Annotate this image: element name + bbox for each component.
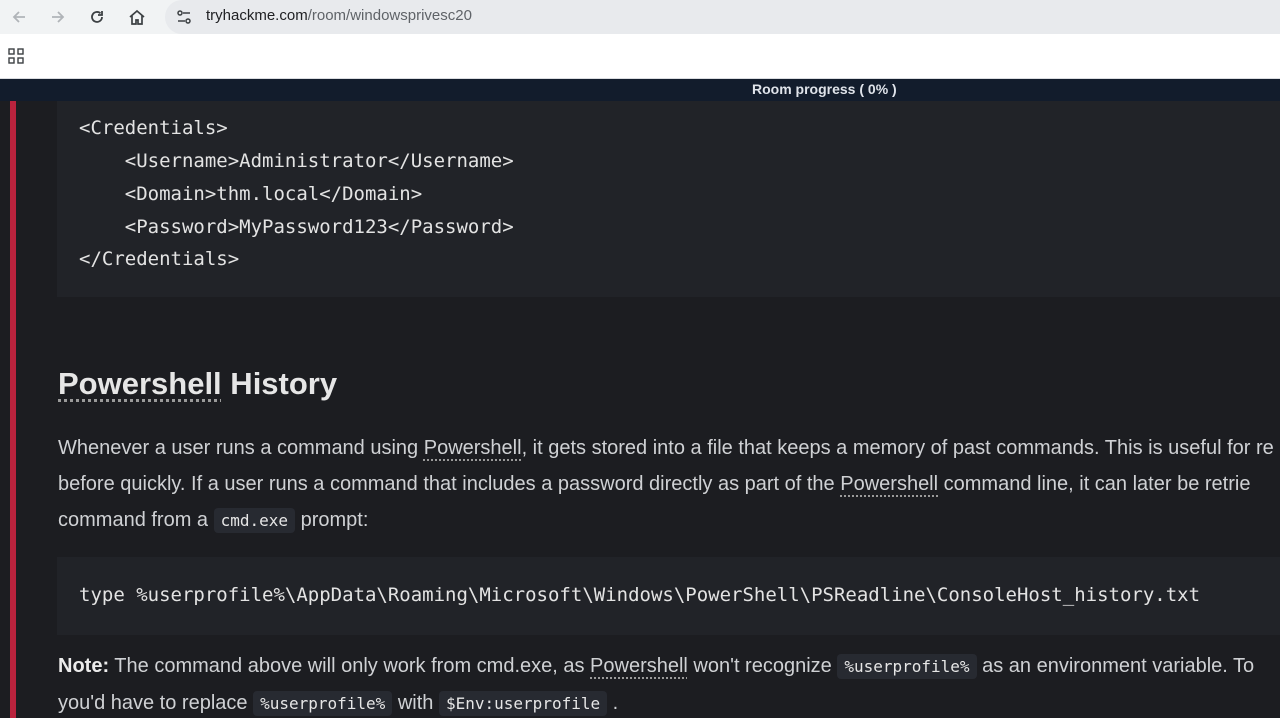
room-progress-label: Room progress ( 0% ) bbox=[752, 81, 897, 97]
heading-term: Powershell bbox=[58, 366, 222, 401]
text: you'd have to replace bbox=[58, 692, 254, 714]
site-settings-icon bbox=[177, 10, 191, 24]
code-line: <Domain>thm.local</Domain> bbox=[79, 183, 423, 205]
glossary-link[interactable]: Powershell bbox=[840, 473, 938, 495]
reload-icon bbox=[91, 11, 103, 23]
code-line: <Credentials> bbox=[79, 117, 228, 139]
note-line: you'd have to replace %userprofile% with… bbox=[58, 691, 619, 716]
url-path: /room/windowsprivesc20 bbox=[307, 7, 472, 24]
inline-code: cmd.exe bbox=[213, 508, 296, 533]
url-text[interactable]: tryhackme.com/room/windowsprivesc20 bbox=[206, 7, 472, 24]
text: . bbox=[607, 692, 619, 714]
command-code-block: type %userprofile%\AppData\Roaming\Micro… bbox=[57, 557, 1280, 635]
paragraph-line: Whenever a user runs a command using Pow… bbox=[58, 437, 1274, 460]
home-icon bbox=[129, 9, 145, 25]
forward-button[interactable] bbox=[46, 5, 70, 29]
paragraph-line: command from a cmd.exe prompt: bbox=[58, 508, 369, 533]
back-button[interactable] bbox=[7, 5, 31, 29]
room-progress-bar: Room progress ( 0% ) bbox=[0, 79, 1280, 101]
text: with bbox=[392, 692, 439, 714]
note-line: Note: The command above will only work f… bbox=[58, 654, 1255, 679]
inline-code: %userprofile% bbox=[253, 691, 393, 716]
command-text: type %userprofile%\AppData\Roaming\Micro… bbox=[79, 584, 1201, 606]
text: command from a bbox=[58, 509, 214, 531]
back-arrow-icon bbox=[12, 11, 25, 23]
text: Whenever a user runs a command using bbox=[58, 437, 424, 459]
glossary-link[interactable]: Powershell bbox=[424, 437, 522, 459]
paragraph-line: before quickly. If a user runs a command… bbox=[58, 473, 1250, 496]
text: as an environment variable. To bbox=[976, 655, 1255, 677]
reload-button[interactable] bbox=[85, 5, 109, 29]
text: , it gets stored into a file that keeps … bbox=[521, 437, 1274, 459]
forward-arrow-icon bbox=[52, 11, 65, 23]
code-line: </Credentials> bbox=[79, 248, 240, 270]
bookmarks-bar bbox=[0, 34, 1280, 79]
apps-grid-icon[interactable] bbox=[8, 48, 24, 64]
text: The command above will only work from cm… bbox=[109, 655, 591, 677]
browser-toolbar: tryhackme.com/room/windowsprivesc20 bbox=[0, 0, 1280, 34]
text: prompt: bbox=[295, 509, 369, 531]
inline-code: $Env:userprofile bbox=[438, 691, 608, 716]
task-accent-bar bbox=[10, 101, 16, 718]
section-heading: Powershell History bbox=[58, 366, 337, 402]
code-line: <Username>Administrator</Username> bbox=[79, 150, 514, 172]
text: before quickly. If a user runs a command… bbox=[58, 473, 841, 495]
task-content: <Credentials> <Username>Administrator</U… bbox=[0, 101, 1280, 718]
url-domain: tryhackme.com bbox=[206, 7, 308, 24]
text: command line, it can later be retrie bbox=[938, 473, 1251, 495]
heading-rest: History bbox=[221, 366, 338, 401]
note-label: Note: bbox=[58, 655, 110, 677]
glossary-link[interactable]: Powershell bbox=[590, 655, 688, 677]
text: won't recognize bbox=[687, 655, 838, 677]
xml-code-block: <Credentials> <Username>Administrator</U… bbox=[57, 101, 1280, 297]
code-line: <Password>MyPassword123</Password> bbox=[79, 216, 514, 238]
inline-code: %userprofile% bbox=[837, 654, 977, 679]
home-button[interactable] bbox=[125, 5, 149, 29]
